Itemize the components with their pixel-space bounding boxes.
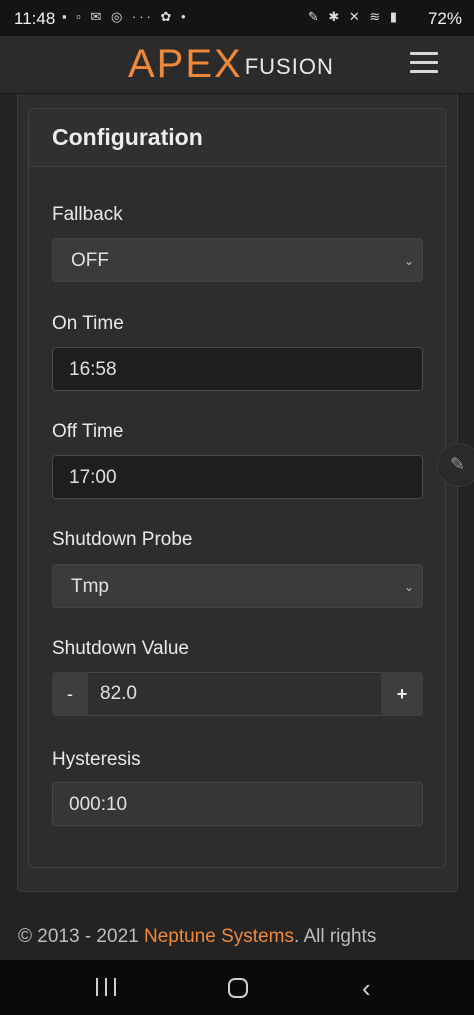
footer-copyright: © 2013 - 2021 Neptune Systems. All right…	[18, 926, 376, 948]
shutdown-probe-select[interactable]: Tmp ⌄	[52, 564, 423, 608]
shutdown-value-label: Shutdown Value	[52, 638, 189, 659]
shutdown-probe-value: Tmp	[71, 576, 109, 597]
shutdown-value-input[interactable]: 82.0	[88, 672, 381, 716]
home-icon[interactable]	[228, 974, 250, 1002]
chevron-down-icon: ⌄	[403, 580, 414, 594]
off-time-value: 17:00	[69, 467, 117, 488]
decrement-button[interactable]: -	[52, 672, 88, 716]
android-nav-bar: ‹	[0, 960, 474, 1015]
fallback-value: OFF	[71, 250, 109, 271]
hysteresis-input[interactable]: 000:10	[52, 782, 423, 826]
configuration-header: Configuration	[29, 109, 445, 167]
shutdown-value-stepper: - 82.0 +	[52, 672, 423, 716]
system-icons: ✎ ✱ ✕ ≋ ▮	[307, 9, 400, 24]
neptune-systems-link[interactable]: Neptune Systems	[144, 926, 294, 947]
on-time-input[interactable]: 16:58	[52, 347, 423, 391]
status-time: 11:48	[14, 9, 56, 28]
footer-suffix: . All rights	[293, 926, 377, 947]
shutdown-probe-label: Shutdown Probe	[52, 529, 193, 550]
back-icon[interactable]: ‹	[362, 974, 382, 1002]
hysteresis-label: Hysteresis	[52, 749, 141, 770]
app-header: APEX FUSION	[0, 36, 474, 94]
chevron-down-icon: ⌄	[403, 254, 414, 268]
on-time-label: On Time	[52, 313, 124, 334]
apex-fusion-logo[interactable]: APEX FUSION	[128, 42, 334, 86]
increment-button[interactable]: +	[381, 672, 423, 716]
hysteresis-value: 000:10	[69, 794, 128, 815]
battery-level: 72%	[427, 9, 462, 28]
pencil-icon: ✎	[450, 454, 466, 474]
notification-icons: ▪ ▫ ✉ ◎ ··· ✿ •	[62, 9, 189, 24]
configuration-card: Configuration Fallback OFF ⌄ On Time 16:…	[28, 108, 446, 868]
hamburger-menu-icon[interactable]	[410, 50, 440, 76]
configuration-title: Configuration	[52, 124, 203, 150]
edit-button[interactable]: ✎	[437, 443, 474, 487]
fallback-select[interactable]: OFF ⌄	[52, 238, 423, 282]
off-time-input[interactable]: 17:00	[52, 455, 423, 499]
logo-apex-text: APEX	[128, 42, 243, 86]
fallback-label: Fallback	[52, 204, 123, 225]
logo-fusion-text: FUSION	[244, 54, 334, 79]
status-bar: 11:48 ▪ ▫ ✉ ◎ ··· ✿ • ✎ ✱ ✕ ≋ ▮ 72%	[0, 0, 474, 36]
recents-icon[interactable]	[96, 974, 118, 1002]
footer-prefix: © 2013 - 2021	[18, 926, 144, 947]
off-time-label: Off Time	[52, 421, 124, 442]
on-time-value: 16:58	[69, 359, 117, 380]
